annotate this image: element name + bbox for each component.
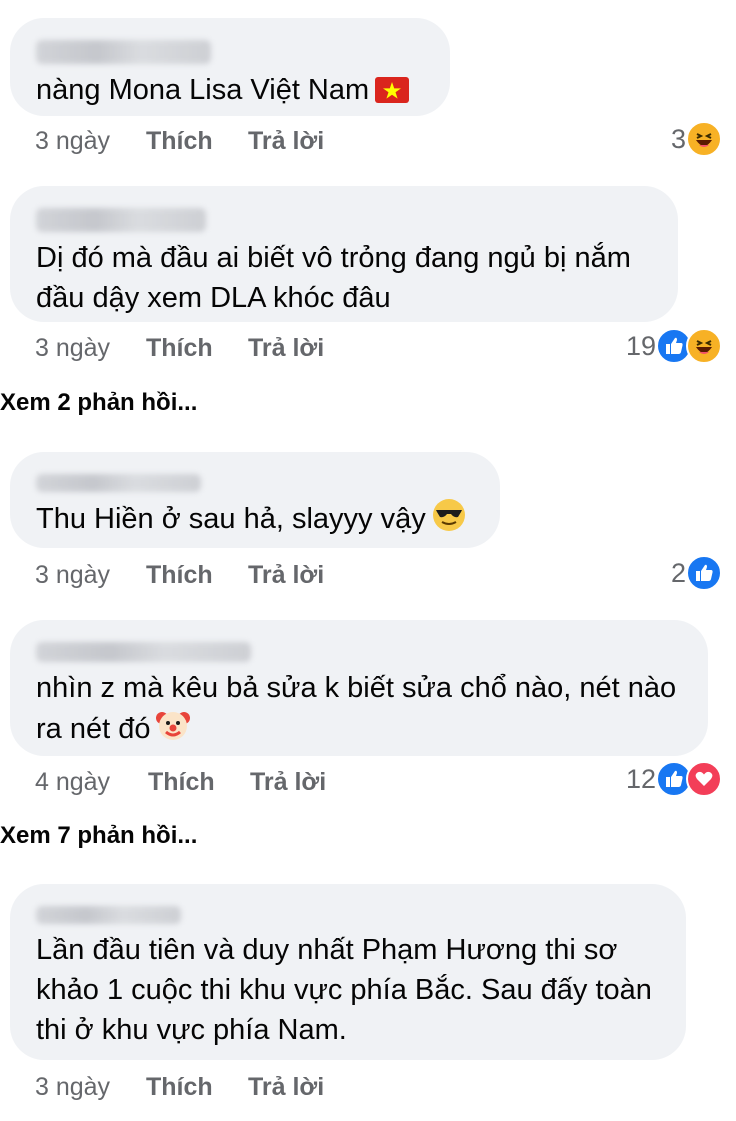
comment-time[interactable]: 3 ngày <box>35 125 110 157</box>
love-icon <box>686 761 722 797</box>
reply-button[interactable]: Trả lời <box>248 559 324 591</box>
comment-text: nàng Mona Lisa Việt Nam <box>36 70 424 114</box>
vietnam-flag-icon <box>375 74 410 114</box>
blurred-author-name[interactable] <box>36 208 206 232</box>
comment-bubble: Lần đầu tiên và duy nhất Phạm Hương thi … <box>10 884 686 1060</box>
reaction-summary[interactable]: 19 <box>625 328 722 364</box>
blurred-author-name[interactable] <box>36 40 211 64</box>
blurred-author-name[interactable] <box>36 474 201 492</box>
reaction-count: 2 <box>670 557 686 588</box>
comment-time[interactable]: 3 ngày <box>35 1071 110 1103</box>
comment-time[interactable]: 3 ngày <box>35 559 110 591</box>
haha-icon <box>686 328 722 364</box>
blurred-author-name[interactable] <box>36 642 251 662</box>
comment-bubble: nàng Mona Lisa Việt Nam <box>10 18 450 116</box>
like-button[interactable]: Thích <box>148 766 215 798</box>
comment-time[interactable]: 4 ngày <box>35 766 110 798</box>
comment-bubble: nhìn z mà kêu bả sửa k biết sửa chổ nào,… <box>10 620 708 756</box>
reaction-summary[interactable]: 12 <box>625 761 722 797</box>
blurred-author-name[interactable] <box>36 906 181 924</box>
comment-text: nhìn z mà kêu bả sửa k biết sửa chổ nào,… <box>36 668 682 753</box>
comment-bubble: Thu Hiền ở sau hả, slayyy vậy <box>10 452 500 548</box>
reply-button[interactable]: Trả lời <box>248 1071 324 1103</box>
haha-icon <box>686 121 722 157</box>
like-button[interactable]: Thích <box>146 1071 213 1103</box>
reply-button[interactable]: Trả lời <box>248 332 324 364</box>
view-replies-link[interactable]: Xem 7 phản hồi... <box>0 822 197 850</box>
comment-time[interactable]: 3 ngày <box>35 332 110 364</box>
comment-text: Dị đó mà đầu ai biết vô trỏng đang ngủ b… <box>36 242 639 314</box>
reaction-count: 19 <box>625 330 656 361</box>
like-button[interactable]: Thích <box>146 332 213 364</box>
reaction-count: 3 <box>670 123 686 154</box>
like-icon <box>686 555 722 591</box>
clown-face-icon <box>156 708 191 753</box>
comment-text: Lần đầu tiên và duy nhất Phạm Hương thi … <box>36 934 660 1046</box>
reply-button[interactable]: Trả lời <box>250 766 326 798</box>
reaction-count: 12 <box>625 763 656 794</box>
comment-text: Thu Hiền ở sau hả, slayyy vậy <box>36 498 474 543</box>
reply-button[interactable]: Trả lời <box>248 125 324 157</box>
comment-bubble: Dị đó mà đầu ai biết vô trỏng đang ngủ b… <box>10 186 678 322</box>
like-button[interactable]: Thích <box>146 125 213 157</box>
view-replies-link[interactable]: Xem 2 phản hồi... <box>0 389 197 417</box>
like-button[interactable]: Thích <box>146 559 213 591</box>
reaction-summary[interactable]: 3 <box>670 121 722 157</box>
sunglasses-emoji-icon <box>432 498 466 543</box>
reaction-summary[interactable]: 2 <box>670 555 722 591</box>
